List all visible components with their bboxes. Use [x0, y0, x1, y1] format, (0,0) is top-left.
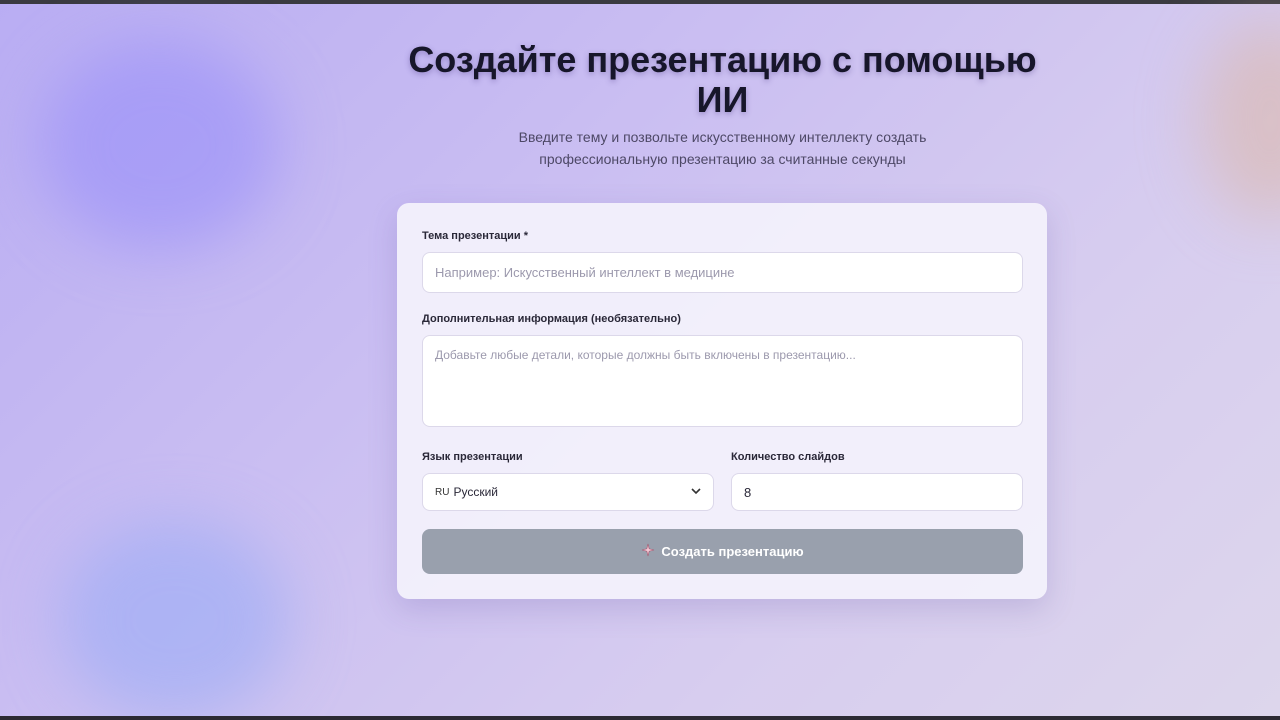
- language-name: Русский: [453, 485, 498, 499]
- create-presentation-button[interactable]: Создать презентацию: [422, 529, 1023, 574]
- details-label: Дополнительная информация (необязательно…: [422, 313, 681, 325]
- window-top-edge: [0, 0, 1280, 4]
- page-title: Создайте презентацию с помощью ИИ: [408, 39, 1037, 120]
- background-blob: [1200, 20, 1280, 220]
- window-bottom-edge: [0, 716, 1280, 720]
- page-subtitle: Введите тему и позвольте искусственному …: [518, 129, 927, 167]
- topic-label: Тема презентации *: [422, 230, 529, 242]
- background-blob: [60, 520, 290, 720]
- chevron-down-icon: [691, 486, 701, 499]
- sparkle-icon: [641, 543, 655, 560]
- language-label: Язык презентации: [422, 451, 523, 463]
- background-blob: [40, 40, 280, 250]
- details-textarea[interactable]: [422, 335, 1023, 427]
- create-presentation-label: Создать презентацию: [661, 544, 804, 559]
- slides-count-label: Количество слайдов: [731, 451, 845, 463]
- language-code: RU: [435, 486, 450, 498]
- slides-count-input[interactable]: [731, 473, 1023, 511]
- language-select[interactable]: RU Русский: [422, 473, 714, 511]
- presentation-form-card: Тема презентации * Дополнительная информ…: [397, 203, 1047, 599]
- topic-input[interactable]: [422, 252, 1023, 293]
- language-selected-value: RU Русский: [435, 485, 498, 499]
